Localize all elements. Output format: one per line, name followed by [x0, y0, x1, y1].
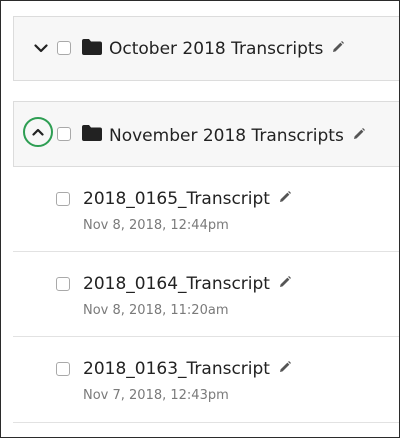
list-item[interactable]: 2018_0164_Transcript Nov 8, 2018, 11:20a…: [13, 252, 399, 337]
folder-row-october[interactable]: October 2018 Transcripts: [13, 16, 399, 81]
edit-pencil-icon[interactable]: [279, 187, 291, 202]
item-name-text: 2018_0163_Transcript: [83, 359, 270, 379]
item-name[interactable]: 2018_0165_Transcript: [83, 187, 291, 210]
folder-title[interactable]: October 2018 Transcripts: [109, 37, 345, 60]
folder-title-text: November 2018 Transcripts: [109, 126, 344, 146]
transcripts-panel: October 2018 Transcripts November 2018 T…: [0, 0, 400, 438]
list-item[interactable]: 2018_0163_Transcript Nov 7, 2018, 12:43p…: [13, 337, 399, 423]
folder-icon: [82, 39, 102, 55]
chevron-up-icon[interactable]: [23, 117, 53, 147]
folder-row-november[interactable]: November 2018 Transcripts: [13, 101, 399, 167]
item-date: Nov 7, 2018, 12:43pm: [83, 388, 229, 403]
edit-pencil-icon[interactable]: [353, 124, 365, 139]
item-checkbox[interactable]: [56, 277, 70, 291]
item-name[interactable]: 2018_0164_Transcript: [83, 272, 291, 295]
item-date: Nov 8, 2018, 12:44pm: [83, 218, 229, 233]
edit-pencil-icon[interactable]: [332, 37, 345, 52]
item-date: Nov 8, 2018, 11:20am: [83, 303, 229, 318]
list-item[interactable]: 2018_0165_Transcript Nov 8, 2018, 12:44p…: [13, 167, 399, 252]
item-checkbox[interactable]: [56, 192, 70, 206]
item-checkbox[interactable]: [56, 362, 70, 376]
item-name[interactable]: 2018_0163_Transcript: [83, 357, 291, 380]
folder-title-text: October 2018 Transcripts: [109, 39, 324, 59]
folder-icon: [82, 125, 102, 141]
chevron-down-icon[interactable]: [32, 39, 50, 57]
folder-title[interactable]: November 2018 Transcripts: [109, 124, 365, 147]
edit-pencil-icon[interactable]: [279, 272, 291, 287]
item-name-text: 2018_0164_Transcript: [83, 274, 270, 294]
folder-checkbox[interactable]: [57, 127, 71, 141]
item-name-text: 2018_0165_Transcript: [83, 189, 270, 209]
folder-checkbox[interactable]: [57, 41, 71, 55]
edit-pencil-icon[interactable]: [279, 357, 291, 372]
